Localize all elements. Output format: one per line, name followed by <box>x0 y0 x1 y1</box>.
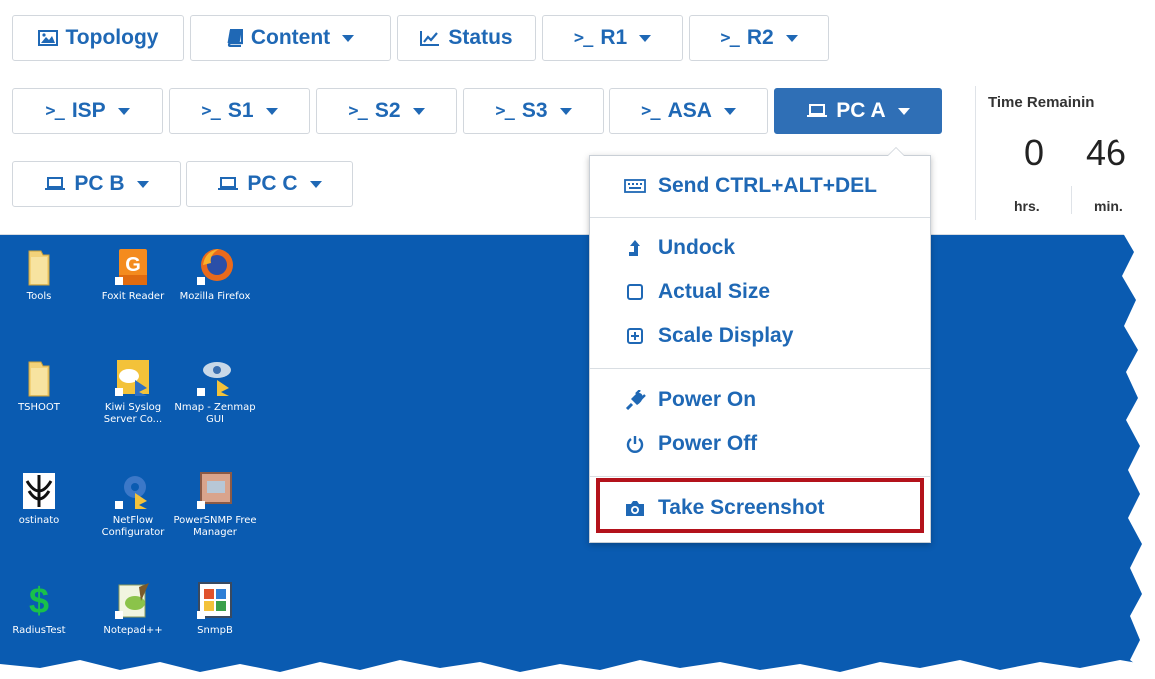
screenshot-frame: Topology Content Status >_ R1 >_ R2 >_ I… <box>0 0 1155 679</box>
torn-edge-decoration <box>0 0 1155 679</box>
